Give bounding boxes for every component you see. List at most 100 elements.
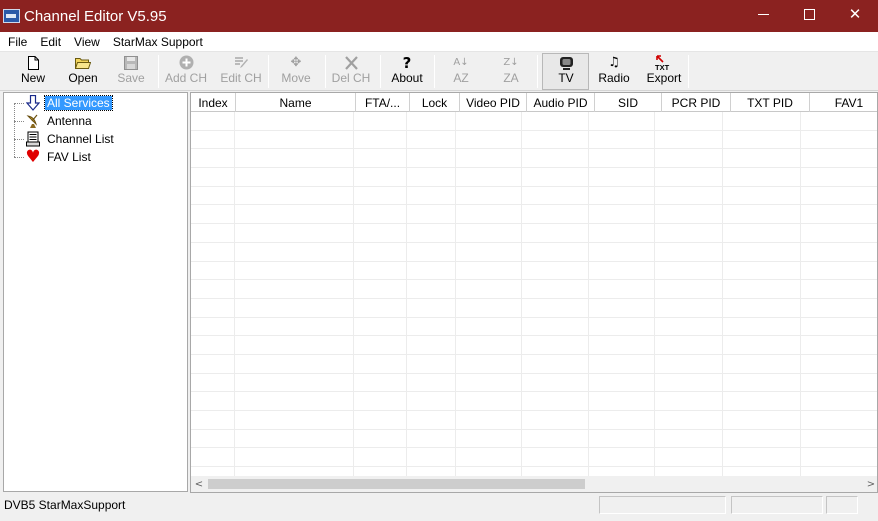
column-header-video-pid[interactable]: Video PID <box>460 93 527 112</box>
menu-view[interactable]: View <box>66 35 105 49</box>
table-cell[interactable] <box>655 429 724 448</box>
table-cell[interactable] <box>723 354 802 373</box>
table-cell[interactable] <box>655 280 724 298</box>
tree-item-antenna[interactable]: Antenna <box>14 112 94 130</box>
table-cell[interactable] <box>655 336 724 354</box>
table-cell[interactable] <box>655 224 724 242</box>
table-cell[interactable] <box>723 298 802 317</box>
table-cell[interactable] <box>235 205 354 224</box>
table-cell[interactable] <box>456 149 523 168</box>
horizontal-scrollbar[interactable]: < > <box>191 476 877 492</box>
table-cell[interactable] <box>723 429 802 448</box>
table-cell[interactable] <box>191 242 236 261</box>
table-cell[interactable] <box>407 186 457 205</box>
table-cell[interactable] <box>407 317 457 336</box>
table-cell[interactable] <box>723 317 802 336</box>
column-header-fta[interactable]: FTA/... <box>356 93 410 112</box>
table-cell[interactable] <box>456 448 523 467</box>
table-cell[interactable] <box>723 130 802 149</box>
scroll-left-icon[interactable]: < <box>191 476 207 492</box>
table-cell[interactable] <box>522 429 590 448</box>
tree-item-fav-list[interactable]: ♥ FAV List <box>14 147 93 167</box>
table-row[interactable] <box>191 448 877 468</box>
table-cell[interactable] <box>589 261 656 280</box>
table-cell[interactable] <box>191 411 236 429</box>
table-cell[interactable] <box>589 168 656 186</box>
new-button[interactable]: New <box>14 54 52 89</box>
table-cell[interactable] <box>801 392 877 410</box>
table-cell[interactable] <box>407 168 457 186</box>
table-cell[interactable] <box>407 429 457 448</box>
about-button[interactable]: ? About <box>387 54 427 89</box>
table-row[interactable] <box>191 224 877 243</box>
table-cell[interactable] <box>801 299 877 317</box>
table-cell[interactable] <box>589 317 656 336</box>
table-cell[interactable] <box>235 130 354 149</box>
table-cell[interactable] <box>522 280 590 298</box>
table-cell[interactable] <box>801 411 877 429</box>
table-row[interactable] <box>191 373 877 393</box>
table-cell[interactable] <box>456 317 523 336</box>
table-cell[interactable] <box>522 298 590 317</box>
table-cell[interactable] <box>354 112 407 130</box>
table-cell[interactable] <box>589 336 656 354</box>
table-cell[interactable] <box>723 149 802 168</box>
move-button[interactable]: ✥ Move <box>276 54 316 89</box>
table-cell[interactable] <box>456 373 523 392</box>
table-cell[interactable] <box>191 392 236 410</box>
table-cell[interactable] <box>191 336 236 354</box>
scroll-right-icon[interactable]: > <box>863 476 877 492</box>
table-cell[interactable] <box>589 280 656 298</box>
table-cell[interactable] <box>407 224 457 242</box>
table-cell[interactable] <box>801 224 877 242</box>
table-cell[interactable] <box>655 242 724 261</box>
table-cell[interactable] <box>522 224 590 242</box>
table-cell[interactable] <box>801 336 877 354</box>
table-cell[interactable] <box>723 392 802 410</box>
open-button[interactable]: Open <box>62 54 104 89</box>
channel-grid[interactable]: Index Name FTA/... Lock Video PID Audio … <box>190 92 878 493</box>
table-cell[interactable] <box>191 317 236 336</box>
table-cell[interactable] <box>235 317 354 336</box>
table-cell[interactable] <box>354 298 407 317</box>
table-cell[interactable] <box>589 448 656 467</box>
table-cell[interactable] <box>801 280 877 298</box>
table-cell[interactable] <box>522 168 590 186</box>
menu-starmax-support[interactable]: StarMax Support <box>105 35 208 49</box>
table-cell[interactable] <box>407 298 457 317</box>
table-cell[interactable] <box>407 205 457 224</box>
table-cell[interactable] <box>655 149 724 168</box>
table-cell[interactable] <box>191 448 236 467</box>
table-row[interactable] <box>191 354 877 374</box>
table-row[interactable] <box>191 411 877 430</box>
table-cell[interactable] <box>522 242 590 261</box>
tree-item-channel-list[interactable]: Channel List <box>14 130 116 148</box>
table-cell[interactable] <box>723 205 802 224</box>
table-cell[interactable] <box>235 186 354 205</box>
table-cell[interactable] <box>801 131 877 149</box>
table-row[interactable] <box>191 242 877 262</box>
table-cell[interactable] <box>655 298 724 317</box>
table-cell[interactable] <box>235 242 354 261</box>
table-cell[interactable] <box>456 336 523 354</box>
table-cell[interactable] <box>191 112 236 130</box>
table-cell[interactable] <box>235 149 354 168</box>
table-cell[interactable] <box>456 298 523 317</box>
table-cell[interactable] <box>655 354 724 373</box>
table-cell[interactable] <box>723 168 802 186</box>
table-cell[interactable] <box>354 224 407 242</box>
table-cell[interactable] <box>655 168 724 186</box>
table-cell[interactable] <box>354 429 407 448</box>
table-cell[interactable] <box>456 168 523 186</box>
grid-body[interactable] <box>191 112 877 478</box>
table-cell[interactable] <box>655 392 724 410</box>
table-cell[interactable] <box>522 411 590 429</box>
table-cell[interactable] <box>723 242 802 261</box>
column-header-index[interactable]: Index <box>191 93 236 112</box>
scroll-track[interactable] <box>207 476 863 492</box>
service-tree[interactable]: All Services Antenna Channel List ♥ FAV … <box>3 92 188 492</box>
del-ch-button[interactable]: Del CH <box>330 54 372 89</box>
table-cell[interactable] <box>235 280 354 298</box>
edit-ch-button[interactable]: Edit CH <box>218 54 264 89</box>
table-cell[interactable] <box>456 224 523 242</box>
